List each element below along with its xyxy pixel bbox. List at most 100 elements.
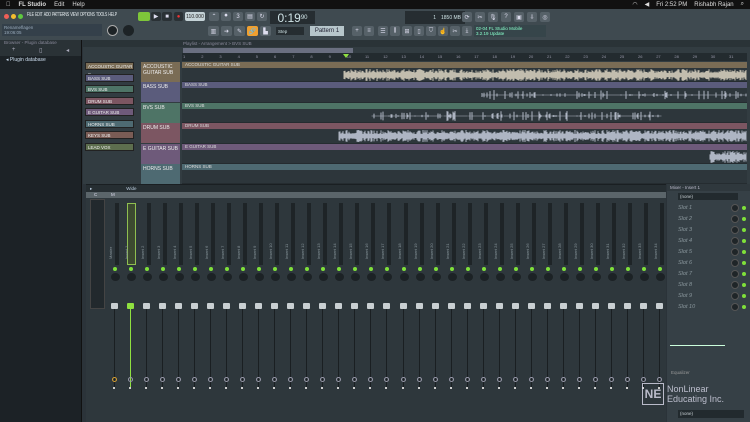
mic-icon[interactable]: 🎙 — [488, 12, 498, 22]
route-dot[interactable] — [337, 387, 340, 389]
slot-mix-knob[interactable] — [731, 237, 739, 245]
phase-icon[interactable] — [448, 377, 454, 382]
record-button[interactable]: ● — [174, 12, 183, 21]
enable-led[interactable] — [417, 267, 422, 271]
enable-led[interactable] — [497, 267, 502, 271]
track-lane[interactable]: E GUITAR SUB — [182, 143, 747, 164]
phase-icon[interactable] — [288, 377, 294, 382]
insert-strip[interactable]: Insert 5 — [188, 199, 203, 421]
phase-icon[interactable] — [544, 377, 550, 382]
route-dot[interactable] — [385, 387, 388, 389]
route-dot[interactable] — [449, 387, 452, 389]
route-dot[interactable] — [369, 387, 372, 389]
pan-knob[interactable] — [287, 273, 297, 281]
menu-file[interactable]: FILE — [27, 12, 34, 18]
insert-strip[interactable]: Insert 25 — [509, 199, 524, 421]
slot-enable-led[interactable] — [742, 217, 746, 221]
phase-icon[interactable] — [144, 377, 150, 382]
enable-led[interactable] — [401, 267, 406, 271]
slot-enable-led[interactable] — [742, 206, 746, 210]
insert-strip[interactable]: Insert 3 — [156, 199, 171, 421]
insert-strip[interactable]: Insert 1 — [124, 199, 139, 421]
enable-led[interactable] — [337, 267, 342, 271]
plugin-picker-icon[interactable]: ⛉ — [426, 26, 436, 36]
phase-icon[interactable] — [400, 377, 406, 382]
enable-led[interactable] — [385, 267, 390, 271]
save-icon[interactable]: ▣ — [514, 12, 524, 22]
route-dot[interactable] — [481, 387, 484, 389]
close-window-button[interactable] — [4, 14, 9, 19]
app-menu[interactable]: FL Studio — [19, 2, 47, 8]
master-strip[interactable]: Master — [108, 199, 123, 421]
insert-strip[interactable]: Insert 7 — [220, 199, 235, 421]
pan-knob[interactable] — [303, 273, 313, 281]
route-dot[interactable] — [113, 387, 115, 389]
phase-icon[interactable] — [640, 377, 646, 382]
route-dot[interactable] — [561, 387, 564, 389]
step-edit-icon[interactable]: ▤ — [245, 12, 255, 21]
render-icon[interactable]: ⇩ — [527, 12, 537, 22]
track-header[interactable]: BVS SUB — [141, 102, 180, 123]
slot-mix-knob[interactable] — [731, 259, 739, 267]
slot-mix-knob[interactable] — [731, 204, 739, 212]
track-header[interactable]: DRUM SUB — [141, 123, 180, 144]
download-icon[interactable]: ⤓ — [462, 26, 472, 36]
insert-strip[interactable]: Insert 27 — [541, 199, 556, 421]
insert-strip[interactable]: Insert 29 — [573, 199, 588, 421]
route-dot[interactable] — [529, 387, 532, 389]
enable-led[interactable] — [257, 267, 262, 271]
phase-icon[interactable] — [496, 377, 502, 382]
pan-knob[interactable] — [463, 273, 473, 281]
pan-knob[interactable] — [207, 273, 217, 281]
pan-knob[interactable] — [159, 273, 169, 281]
file-icon[interactable]: ▯ — [39, 47, 42, 56]
slot-enable-led[interactable] — [742, 305, 746, 309]
loop-record-icon[interactable]: ↻ — [257, 12, 267, 21]
channel-rack-button[interactable]: KEYS SUB — [85, 131, 134, 139]
route-dot[interactable] — [209, 387, 212, 389]
channel-rack-button[interactable]: LEAD VOX — [85, 142, 134, 151]
phase-icon[interactable] — [352, 377, 358, 382]
slot-mix-knob[interactable] — [731, 215, 739, 223]
slot-enable-led[interactable] — [742, 228, 746, 232]
track-header[interactable]: HORNS SUB — [141, 164, 180, 184]
insert-strip[interactable]: Insert 2 — [140, 199, 155, 421]
track-header[interactable]: BASS SUB — [141, 82, 180, 103]
tempo-tapper-icon[interactable]: ✂ — [450, 26, 460, 36]
pan-knob[interactable] — [383, 273, 393, 281]
master-volume-knob[interactable] — [107, 25, 118, 36]
effect-slot[interactable]: Slot 4 — [671, 236, 747, 246]
snap-select[interactable]: Step — [276, 27, 304, 35]
pattern-selector[interactable]: Pattern 1 — [310, 26, 344, 36]
touch-icon[interactable]: ☝ — [438, 26, 448, 36]
menu-arrow-icon[interactable]: ▸ — [90, 186, 92, 192]
browser-item-plugin-database[interactable]: ◂ Plugin database — [0, 56, 81, 65]
enable-led[interactable] — [305, 267, 310, 271]
route-dot[interactable] — [177, 387, 180, 389]
enable-led[interactable] — [529, 267, 534, 271]
phase-icon[interactable] — [208, 377, 214, 382]
menu-help[interactable]: Help — [72, 2, 84, 8]
phase-icon[interactable] — [384, 377, 390, 382]
route-dot[interactable] — [129, 387, 131, 389]
phase-icon[interactable] — [320, 377, 326, 382]
enable-led[interactable] — [129, 267, 133, 271]
minimize-window-button[interactable] — [11, 14, 16, 19]
insert-strip[interactable]: Insert 8 — [236, 199, 251, 421]
insert-strip[interactable]: Insert 9 — [252, 199, 267, 421]
enable-led[interactable] — [161, 267, 166, 271]
channel-rack-button[interactable]: HORNS SUB — [85, 119, 134, 128]
menu-help[interactable]: HELP — [108, 12, 117, 18]
enable-led[interactable] — [513, 267, 518, 271]
timeline-ruler[interactable]: 1 2 3 4 5 6 7 8 9 10 11 12 13 14 15 16 17 18 19 20 21 22 23 24 2… — [182, 53, 747, 61]
link-icon[interactable]: 🔗 — [247, 26, 258, 36]
insert-strip[interactable]: Insert 18 — [397, 199, 412, 421]
insert-strip[interactable]: Insert 22 — [461, 199, 476, 421]
enable-led[interactable] — [433, 267, 438, 271]
enable-led[interactable] — [177, 267, 182, 271]
slot-enable-led[interactable] — [742, 261, 746, 265]
phase-icon[interactable] — [192, 377, 198, 382]
effect-slot[interactable]: Slot 1 — [671, 203, 747, 213]
effect-slot[interactable]: Slot 2 — [671, 214, 747, 224]
slot-mix-knob[interactable] — [731, 248, 739, 256]
